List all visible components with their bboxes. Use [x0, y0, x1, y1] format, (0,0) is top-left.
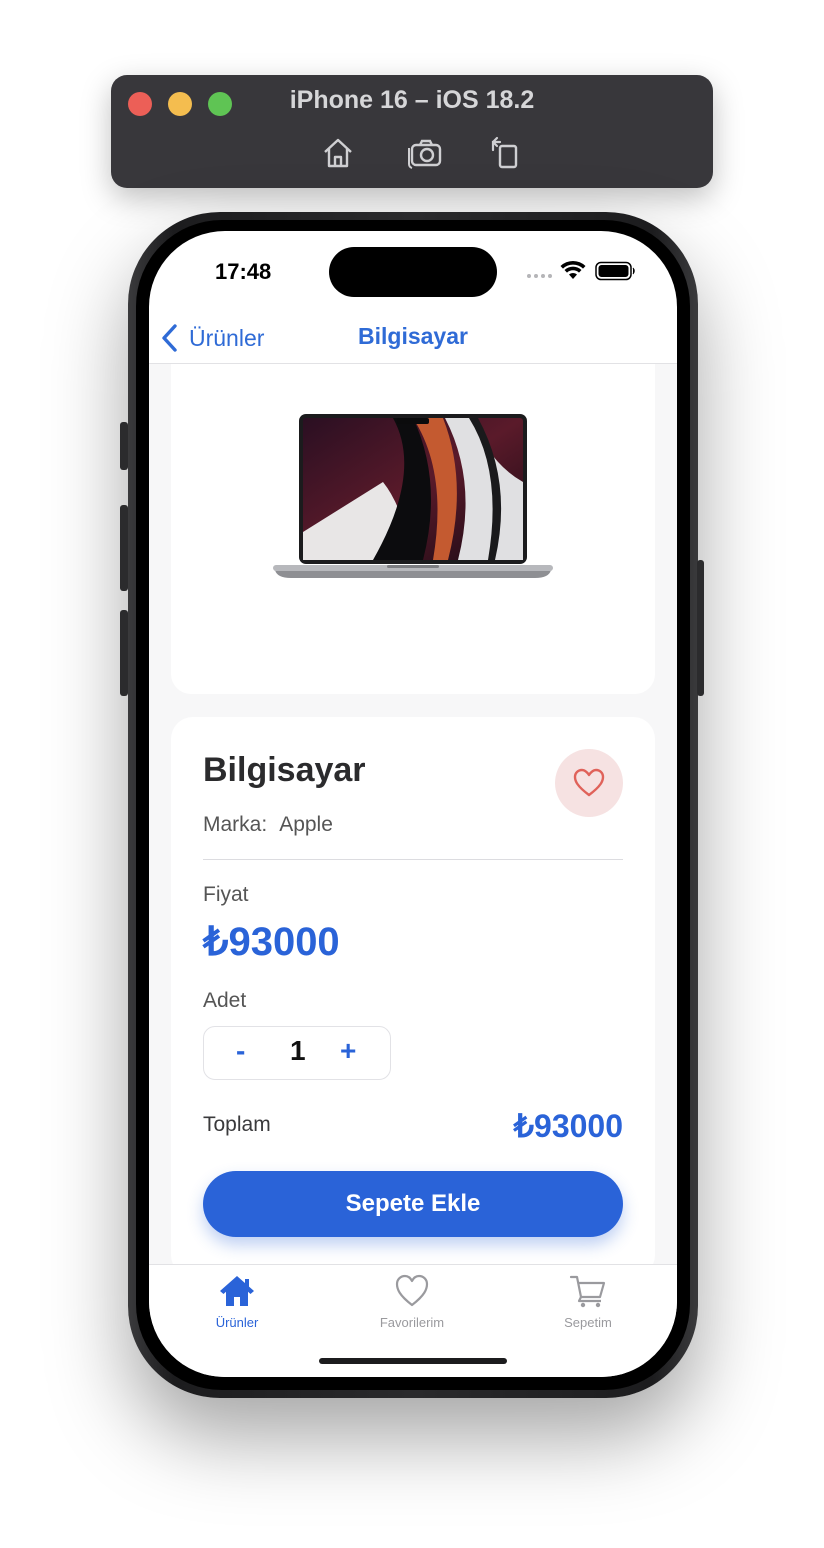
brand-value: Apple	[279, 813, 333, 836]
home-icon[interactable]	[320, 136, 356, 170]
power-button	[697, 560, 704, 696]
action-button	[120, 422, 128, 470]
favorite-button[interactable]	[555, 749, 623, 817]
status-icons	[525, 259, 637, 283]
total-label: Toplam	[203, 1113, 271, 1136]
product-image-card	[171, 364, 655, 694]
page-title: Bilgisayar	[358, 323, 468, 349]
increase-quantity-button[interactable]: +	[340, 1035, 356, 1067]
brand-row: Marka: Apple	[203, 813, 345, 837]
product-info-card: Bilgisayar Marka: Apple Fiyat ₺93000 Adet…	[171, 717, 655, 1277]
volume-down-button	[120, 610, 128, 696]
tab-sepetim[interactable]: Sepetim	[528, 1273, 648, 1330]
heart-icon	[395, 1274, 429, 1307]
tab-urunler[interactable]: Ürünler	[177, 1273, 297, 1330]
simulator-title: iPhone 16 – iOS 18.2	[289, 86, 535, 114]
product-name: Bilgisayar	[203, 751, 366, 789]
screenshot-icon[interactable]	[408, 136, 444, 170]
dynamic-island	[329, 247, 497, 297]
price-label: Fiyat	[203, 883, 249, 906]
rotate-icon[interactable]	[488, 136, 524, 170]
house-icon	[220, 1276, 254, 1306]
home-indicator[interactable]	[319, 1358, 507, 1364]
decrease-quantity-button[interactable]: -	[236, 1035, 245, 1067]
volume-up-button	[120, 505, 128, 591]
brand-label: Marka:	[203, 813, 268, 836]
tab-label: Favorilerim	[379, 1315, 445, 1330]
add-to-cart-button[interactable]: Sepete Ekle	[203, 1171, 623, 1237]
wifi-icon	[560, 260, 586, 279]
phone-screen: 17:48 Ürünler Bilgisayar Bilgisayar Mark…	[149, 231, 677, 1377]
cellular-signal-icon	[527, 274, 552, 278]
quantity-label: Adet	[203, 989, 247, 1012]
tab-label: Sepetim	[564, 1315, 612, 1330]
total-value: ₺93000	[513, 1108, 623, 1144]
battery-icon	[595, 261, 635, 281]
quantity-value: 1	[290, 1035, 306, 1066]
price-value: ₺93000	[203, 920, 340, 964]
divider	[203, 859, 623, 860]
tab-label: Ürünler	[215, 1315, 259, 1330]
product-detail-scroll[interactable]: Bilgisayar Marka: Apple Fiyat ₺93000 Adet…	[149, 364, 677, 1277]
cart-icon	[569, 1275, 606, 1308]
tab-favorilerim[interactable]: Favorilerim	[352, 1273, 472, 1330]
navigation-bar: Ürünler Bilgisayar	[149, 313, 677, 364]
product-image	[273, 414, 553, 578]
status-time: 17:48	[215, 259, 272, 284]
heart-icon	[573, 768, 605, 797]
quantity-stepper: - 1 +	[203, 1026, 391, 1080]
